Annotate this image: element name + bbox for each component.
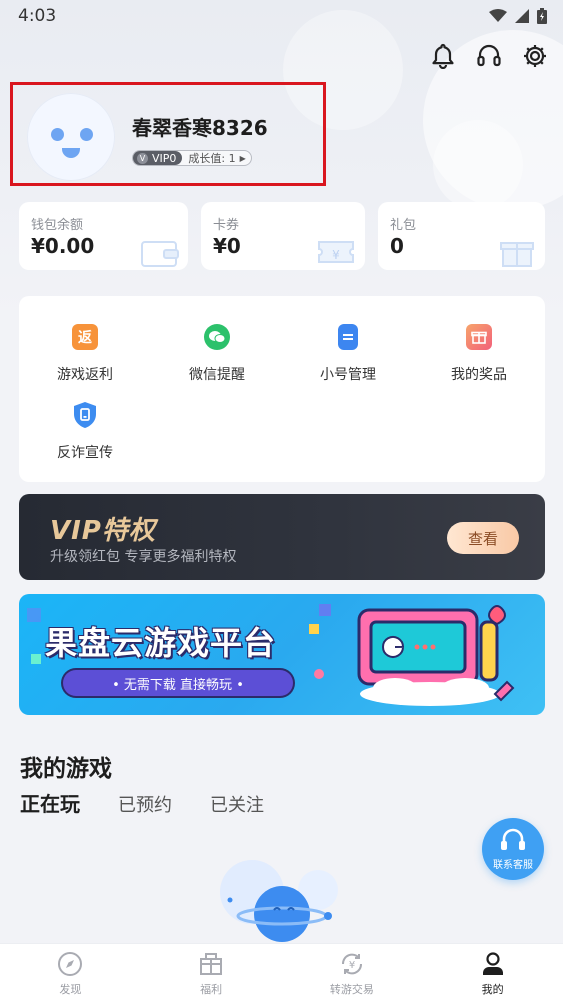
coupon-card[interactable]: 卡券 ¥0 ¥ <box>201 202 365 270</box>
headset-icon <box>501 828 525 850</box>
cloud-banner-title: 果盘云游戏平台 <box>45 624 277 662</box>
tab-followed[interactable]: 已关注 <box>210 791 264 817</box>
vip-view-button[interactable]: 查看 <box>447 522 519 554</box>
empty-state-planet-illustration <box>220 860 338 942</box>
coupon-label: 卡券 <box>213 218 240 233</box>
wallet-balance-card[interactable]: 钱包余额 ¥0.00 <box>19 202 188 270</box>
nav-mine[interactable]: 我的 <box>422 944 563 1003</box>
wallet-balance-label: 钱包余额 <box>31 218 84 233</box>
vip-v-icon: V <box>137 152 148 164</box>
nav-label: 转游交易 <box>329 982 374 996</box>
bottom-navigation: 发现 福利 ¥ 转游交易 我的 <box>0 943 563 1003</box>
avatar[interactable] <box>27 93 115 181</box>
exchange-icon: ¥ <box>341 953 362 974</box>
signal-icon <box>515 9 529 23</box>
vip-level-tag: V VIP0 <box>133 151 183 165</box>
vip-level: VIP0 <box>152 151 177 165</box>
wallet-balance-value: ¥0.00 <box>31 234 95 258</box>
compass-icon <box>58 951 83 976</box>
game-console-illustration <box>357 605 515 706</box>
contact-support-label: 联系客服 <box>493 859 533 871</box>
menu-item-my-prizes[interactable]: 我的奖品 <box>413 324 545 390</box>
chevron-right-icon: ▶ <box>239 153 246 163</box>
nav-discover[interactable]: 发现 <box>0 944 141 1003</box>
menu-item-wechat-reminder[interactable]: 微信提醒 <box>151 324 283 390</box>
gift-pack-value: 0 <box>390 234 404 258</box>
headset-icon[interactable] <box>475 42 503 70</box>
ticket-icon: ¥ <box>318 241 354 263</box>
username: 春翠香寒8326 <box>132 116 268 140</box>
tab-reserved[interactable]: 已预约 <box>118 791 172 817</box>
tab-playing[interactable]: 正在玩 <box>20 788 80 817</box>
bell-icon[interactable] <box>429 42 457 70</box>
growth-value: 成长值: 1 <box>188 152 236 165</box>
svg-text:¥: ¥ <box>332 248 340 262</box>
svg-text:¥: ¥ <box>349 960 355 971</box>
nav-trade[interactable]: ¥ 转游交易 <box>282 944 423 1003</box>
menu-item-anti-fraud[interactable]: 反诈宣传 <box>19 402 151 468</box>
welfare-icon <box>200 952 223 975</box>
menu-label: 微信提醒 <box>189 367 245 383</box>
nav-label: 我的 <box>481 982 504 996</box>
cloud-banner-pill: • 无需下载 直接畅玩 • <box>63 670 293 696</box>
menu-label: 小号管理 <box>320 367 376 383</box>
menu-label: 游戏返利 <box>57 367 113 383</box>
wechat-icon <box>204 324 230 350</box>
settings-gear-icon[interactable] <box>521 42 549 70</box>
gift-box-icon <box>500 242 534 267</box>
vip-banner-title: VIP特权 <box>50 516 156 546</box>
coupon-value: ¥0 <box>213 234 241 258</box>
feature-menu: 返 游戏返利 微信提醒 小号管理 我的奖品 反诈宣传 <box>19 296 545 482</box>
vip-growth-badge[interactable]: V VIP0 成长值: 1 ▶ <box>132 150 252 166</box>
menu-label: 我的奖品 <box>451 367 507 383</box>
cloud-gaming-banner[interactable]: 果盘云游戏平台 • 无需下载 直接畅玩 • <box>19 594 545 715</box>
nav-welfare[interactable]: 福利 <box>141 944 282 1003</box>
nav-label: 发现 <box>59 982 82 996</box>
menu-item-game-rebate[interactable]: 返 游戏返利 <box>19 324 151 390</box>
status-time: 4:03 <box>18 6 57 26</box>
battery-icon <box>537 8 547 24</box>
my-games-tabs: 正在玩 已预约 已关注 <box>20 788 264 817</box>
rebate-icon: 返 <box>72 324 98 350</box>
my-games-title: 我的游戏 <box>20 756 112 782</box>
wallet-icon <box>141 241 179 267</box>
wifi-icon <box>489 9 507 22</box>
gift-pack-card[interactable]: 礼包 0 <box>378 202 545 270</box>
gift-icon <box>466 324 492 350</box>
profile-highlight[interactable]: 春翠香寒8326 V VIP0 成长值: 1 ▶ <box>10 82 326 186</box>
user-icon <box>482 951 503 975</box>
shield-icon <box>72 402 98 428</box>
contact-support-button[interactable]: 联系客服 <box>482 818 544 880</box>
vip-banner-subtitle: 升级领红包 专享更多福利特权 <box>50 549 237 565</box>
vip-privilege-banner[interactable]: VIP特权 升级领红包 专享更多福利特权 查看 <box>19 494 545 580</box>
nav-label: 福利 <box>200 982 223 996</box>
gift-pack-label: 礼包 <box>390 218 417 233</box>
menu-item-alt-account[interactable]: 小号管理 <box>282 324 414 390</box>
menu-label: 反诈宣传 <box>57 445 113 461</box>
status-bar: 4:03 <box>0 0 563 32</box>
clipboard-icon <box>338 324 358 350</box>
